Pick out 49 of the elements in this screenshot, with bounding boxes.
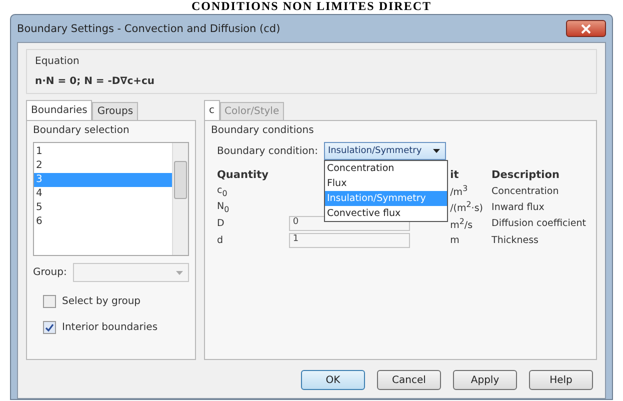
- dialog-button[interactable]: Cancel: [377, 370, 441, 390]
- table-cell: m: [450, 235, 460, 246]
- column-header: Quantity: [217, 169, 268, 181]
- caret-icon: [432, 149, 440, 153]
- caret-icon: [176, 270, 183, 274]
- boundary-condition-dropdown[interactable]: Insulation/Symmetry: [324, 142, 446, 160]
- menu-item[interactable]: Flux: [324, 176, 447, 191]
- list-item[interactable]: 6: [34, 215, 172, 229]
- table-cell: N$_{0}$: [217, 200, 230, 212]
- dialog-button[interactable]: Help: [529, 370, 593, 390]
- table-cell: Concentration: [492, 186, 559, 197]
- tab[interactable]: Groups: [92, 102, 138, 120]
- column-header: it: [450, 169, 459, 181]
- list-item[interactable]: 4: [34, 187, 172, 201]
- table-cell: Diffusion coefficient: [492, 218, 586, 230]
- equation-label: Equation: [35, 56, 80, 67]
- group-dropdown[interactable]: [72, 263, 189, 282]
- tab[interactable]: c: [204, 100, 220, 120]
- checkbox[interactable]: [43, 294, 56, 308]
- scrollbar[interactable]: [172, 143, 188, 255]
- window-title: Boundary Settings - Convection and Diffusion (cd): [17, 22, 280, 34]
- table-cell: m$^{2}$/s: [450, 220, 473, 231]
- close-button[interactable]: [566, 20, 606, 37]
- checkbox-label: Select by group: [62, 296, 141, 306]
- table-cell: c$_{0}$: [217, 184, 228, 196]
- equation-text: n·N = 0; N = -D∇c+cu: [35, 76, 156, 87]
- section-label: Boundary selection: [33, 125, 130, 136]
- table-cell: d: [217, 235, 224, 246]
- dialog-button[interactable]: OK: [301, 370, 365, 390]
- field-label: Boundary condition:: [217, 146, 318, 156]
- group-label: Group:: [33, 267, 67, 278]
- list-item[interactable]: 1: [34, 145, 172, 159]
- input-field[interactable]: 1: [288, 233, 410, 248]
- checkbox-label: Interior boundaries: [62, 322, 158, 332]
- table-cell: Inward flux: [492, 202, 544, 213]
- menu-item[interactable]: Concentration: [324, 161, 447, 176]
- table-cell: Thickness: [492, 235, 538, 246]
- section-label: Boundary conditions: [211, 125, 315, 136]
- column-header: Description: [492, 169, 560, 181]
- page-heading: CONDITIONS NON LIMITES DIRECT: [190, 0, 433, 12]
- table-cell: /(m$^{2}$·s): [450, 203, 483, 214]
- table-cell: D: [217, 218, 224, 230]
- tab[interactable]: Boundaries: [26, 100, 92, 120]
- checkbox[interactable]: [43, 320, 56, 334]
- dialog-button[interactable]: Apply: [453, 370, 517, 390]
- list-item[interactable]: 5: [34, 201, 172, 215]
- table-cell: /m$^{3}$: [450, 187, 468, 198]
- close-icon: [581, 24, 591, 34]
- list-item[interactable]: 2: [34, 159, 172, 173]
